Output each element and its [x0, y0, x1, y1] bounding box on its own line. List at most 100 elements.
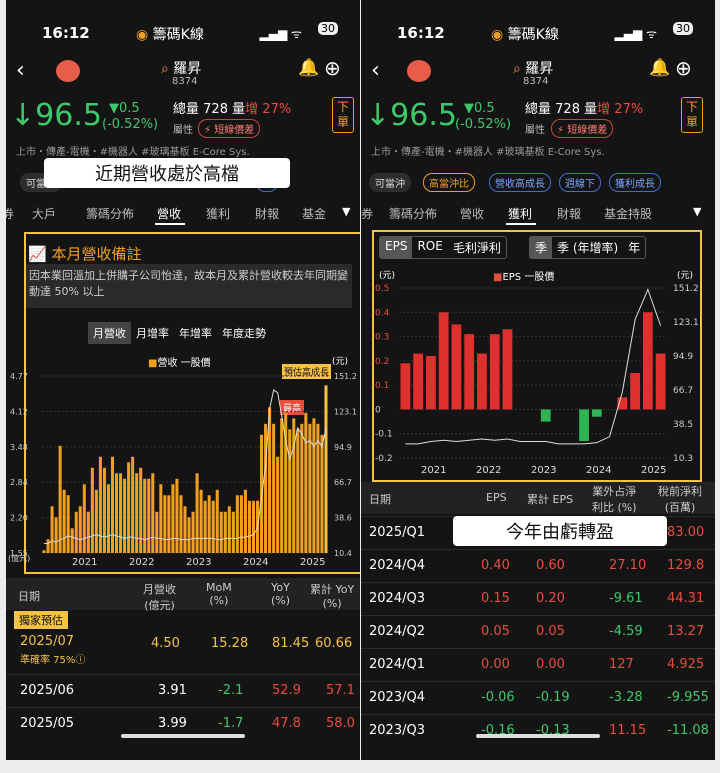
tab-funds[interactable]: 基金	[302, 205, 326, 222]
revenue-bar	[54, 517, 58, 553]
cell-pretax: -9.955	[667, 690, 709, 705]
x-tick-label: 2022	[129, 557, 154, 568]
app-icon: ◉	[136, 27, 153, 43]
y2-tick-label: 94.9	[334, 443, 352, 452]
x-tick-label: 2023	[531, 465, 556, 476]
add-icon[interactable]: ⊕	[324, 56, 341, 80]
robot-avatar-icon	[407, 60, 431, 82]
chip-revenue-growth[interactable]: 營收高成長	[489, 173, 551, 192]
eps-bar	[591, 409, 602, 417]
cell-eps: 0.40	[481, 558, 510, 573]
revenue-bar	[70, 528, 74, 553]
attribute-label: 屬性	[525, 125, 545, 136]
cell-pretax: 44.31	[667, 591, 705, 606]
tab-financials[interactable]: 財報	[255, 205, 279, 222]
cell-nonop: 127	[609, 657, 634, 672]
table-row[interactable]: 2024/Q1 0.00 0.00 127 4.925	[361, 648, 715, 681]
back-icon[interactable]: ‹	[16, 58, 25, 83]
x-tick-label: 2023	[186, 557, 211, 568]
tab-short[interactable]: 券	[361, 205, 373, 222]
table-row[interactable]: 2024/Q4 0.40 0.60 27.10 129.8	[361, 549, 715, 582]
y-tick-label: 0	[375, 405, 381, 415]
table-row[interactable]: 2025/06 3.91 -2.1 52.9 57.1	[6, 674, 360, 707]
tab-chip-distribution[interactable]: 籌碼分佈	[86, 205, 134, 222]
tab-chip-distribution[interactable]: 籌碼分佈	[389, 205, 437, 222]
revenue-bar	[296, 429, 300, 553]
eps-table-header: 日期 EPS 累計 EPS 業外占淨 利比 (%) 稅前淨利 (百萬)	[361, 482, 715, 514]
seg-year[interactable]: 年	[623, 237, 645, 258]
revenue-bar	[276, 456, 280, 553]
order-button[interactable]: 下單	[332, 97, 354, 133]
status-app-name: ◉ 籌碼K線	[136, 27, 204, 43]
revenue-bar	[50, 506, 54, 553]
chip-profit-growth[interactable]: 獲利成長	[609, 173, 661, 192]
x-tick-label: 2021	[421, 465, 446, 476]
revenue-bar	[147, 478, 151, 553]
table-row[interactable]: 2024/Q3 0.15 0.20 -9.61 44.31	[361, 582, 715, 615]
y2-tick-label: 94.9	[673, 352, 693, 362]
cell-date: 2024/Q2	[369, 624, 425, 639]
seg-mom[interactable]: 月增率	[131, 322, 174, 344]
cell-date: 2025/Q1	[369, 525, 425, 540]
cell-eps: 0.00	[481, 657, 510, 672]
revenue-bar	[167, 495, 171, 553]
search-icon: ⌕	[513, 61, 526, 77]
seg-eps[interactable]: EPS	[380, 237, 413, 258]
revenue-bar	[127, 462, 131, 553]
revenue-bar	[62, 489, 66, 553]
tab-financials[interactable]: 財報	[557, 205, 581, 222]
seg-yoy[interactable]: 年增率	[174, 322, 217, 344]
tab-fund-holdings[interactable]: 基金持股	[604, 205, 652, 222]
tab-profit[interactable]: 獲利	[508, 205, 532, 222]
table-row[interactable]: 2023/Q4 -0.06 -0.19 -3.28 -9.955	[361, 681, 715, 714]
table-row[interactable]: 2023/Q3 -0.16 -0.13 11.15 -11.08	[361, 714, 715, 747]
y-tick-label: 4.77	[10, 372, 28, 381]
chip-high-day-trade[interactable]: 高當沖比	[423, 173, 475, 192]
tab-major-holders[interactable]: 大戶	[32, 205, 56, 222]
seg-quarter-yoy[interactable]: 季 (年增率)	[552, 237, 623, 258]
revenue-right-unit: (元)	[332, 357, 349, 367]
search-icon: ⌕	[161, 61, 174, 77]
revenue-bar	[191, 511, 195, 553]
revenue-bar	[207, 495, 211, 553]
seg-annual-trend[interactable]: 年度走勢	[217, 322, 271, 344]
eps-bar	[438, 312, 449, 410]
y2-tick-label: 151.2	[334, 372, 357, 381]
tab-bar: 券 籌碼分佈 營收 獲利 財報 基金持股 ▼	[361, 200, 715, 225]
y-tick-label: 0.1	[375, 381, 389, 391]
y2-tick-label: 123.1	[673, 318, 699, 328]
add-icon[interactable]: ⊕	[675, 56, 692, 80]
back-icon[interactable]: ‹	[371, 58, 380, 83]
revenue-bar	[199, 489, 203, 553]
chip-weekly-down[interactable]: 週線下	[559, 173, 601, 192]
x-tick-label: 2024	[586, 465, 611, 476]
seg-quarter[interactable]: 季	[530, 237, 553, 258]
revenue-bar	[215, 489, 219, 553]
chip-day-trade[interactable]: 可當沖	[369, 173, 411, 192]
order-button[interactable]: 下單	[681, 97, 703, 133]
tab-more-icon[interactable]: ▼	[693, 205, 701, 218]
y-tick-label: -0.2	[375, 454, 393, 464]
revenue-left-unit: (億元)	[8, 554, 31, 563]
eps-bar	[489, 334, 500, 410]
cell-date: 2023/Q4	[369, 690, 425, 705]
home-indicator	[121, 734, 245, 738]
tab-revenue[interactable]: 營收	[157, 205, 181, 222]
home-indicator	[476, 734, 600, 738]
tab-short[interactable]: 券	[6, 205, 14, 222]
bell-icon[interactable]: 🔔	[649, 58, 670, 78]
eps-bar	[413, 353, 424, 410]
seg-roe[interactable]: ROE	[412, 237, 447, 258]
bell-icon[interactable]: 🔔	[298, 58, 319, 78]
tab-revenue[interactable]: 營收	[460, 205, 484, 222]
y-tick-label: 0.4	[375, 308, 390, 318]
revenue-bar	[94, 489, 98, 553]
forecast-row[interactable]: 2025/07 準確率 75%ⓘ 4.50 15.28 81.45 60.66	[6, 628, 360, 668]
tab-profit[interactable]: 獲利	[206, 205, 230, 222]
eps-bar	[655, 353, 666, 410]
seg-margin[interactable]: 毛利淨利	[448, 237, 506, 258]
table-row[interactable]: 2024/Q2 0.05 0.05 -4.59 13.27	[361, 615, 715, 648]
right-phone-screen: 16:12 ◉ 籌碼K線 ▂▄▆ ᯤ 30 ‹ ⌕ 羅昇 8374 🔔 ⊕ ↓9…	[361, 0, 715, 760]
tab-more-icon[interactable]: ▼	[342, 205, 350, 218]
seg-monthly-revenue[interactable]: 月營收	[88, 322, 131, 344]
